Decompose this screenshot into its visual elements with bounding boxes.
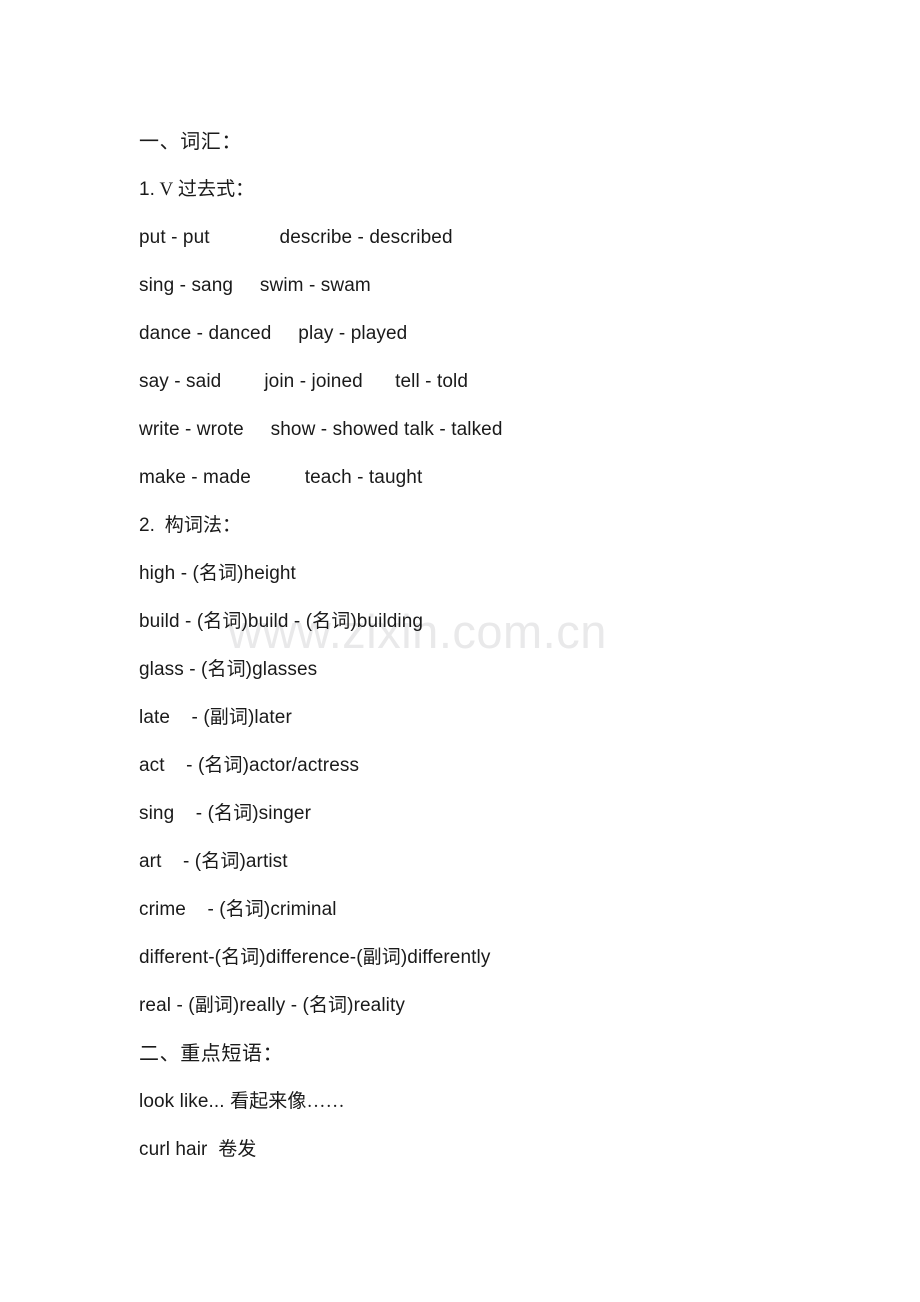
entry-pos: 名词 xyxy=(201,851,240,872)
word-formation-entry: art - (名词)artist xyxy=(139,838,920,886)
phrase-chinese: 看起来像…… xyxy=(230,1091,345,1112)
entry-base: high - ( xyxy=(139,563,199,584)
document-page: www.zixin.com.cn 一、词汇： 1. V 过去式： put - p… xyxy=(0,0,920,1302)
section-heading-key-phrases: 二、重点短语： xyxy=(139,1043,284,1065)
entry-pos: 名词 xyxy=(204,755,243,776)
entry-pos: 名词 xyxy=(207,659,246,680)
word-formation-entry: act - (名词)actor/actress xyxy=(139,742,920,790)
entry-result: )build - ( xyxy=(241,611,313,632)
entry-result: )later xyxy=(248,707,292,728)
entry-base: crime - ( xyxy=(139,899,226,920)
verb-line: put - put describe - described xyxy=(139,227,453,248)
entry-base: different-( xyxy=(139,947,222,968)
verb-line: make - made teach - taught xyxy=(139,467,423,488)
entry-result-secondary: )reality xyxy=(347,995,405,1016)
verb-line: say - said join - joined tell - told xyxy=(139,371,468,392)
word-formation-entry: glass - (名词)glasses xyxy=(139,646,920,694)
entry-result: )really - ( xyxy=(232,995,309,1016)
entry-result: )difference-( xyxy=(259,947,363,968)
entry-result: )height xyxy=(237,563,296,584)
subsection-heading-past-tense: 1. V 过去式： xyxy=(139,166,920,214)
phrase-chinese: 卷发 xyxy=(218,1139,257,1160)
entry-pos: 名词 xyxy=(214,803,253,824)
entry-result-secondary: )building xyxy=(350,611,424,632)
word-formation-entry: high - (名词)height xyxy=(139,550,920,598)
word-formation-entry: crime - (名词)criminal xyxy=(139,886,920,934)
phrase-entry: curl hair 卷发 xyxy=(139,1126,920,1174)
subsection-number: 1. xyxy=(139,179,156,200)
entry-result-secondary: )differently xyxy=(400,947,491,968)
phrase-english: look like... xyxy=(139,1091,231,1112)
entry-pos-secondary: 名词 xyxy=(308,995,348,1016)
phrase-english: curl hair xyxy=(139,1139,219,1160)
entry-base: act - ( xyxy=(139,755,205,776)
entry-base: real - ( xyxy=(139,995,195,1016)
entry-pos-secondary: 副词 xyxy=(362,947,401,968)
entry-base: build - ( xyxy=(139,611,204,632)
entry-base: glass - ( xyxy=(139,659,208,680)
entry-pos: 名词 xyxy=(198,563,238,584)
entry-result: )singer xyxy=(252,803,311,824)
subsection-title: 构词法： xyxy=(155,515,242,536)
entry-base: art - ( xyxy=(139,851,202,872)
word-formation-entry: build - (名词)build - (名词)building xyxy=(139,598,920,646)
word-formation-entry: different-(名词)difference-(副词)differently xyxy=(139,934,920,982)
word-formation-entry: late - (副词)later xyxy=(139,694,920,742)
entry-result: )criminal xyxy=(263,899,337,920)
entry-pos: 名词 xyxy=(225,899,264,920)
subsection-heading-word-formation: 2. 构词法： xyxy=(139,502,920,550)
entry-pos: 副词 xyxy=(194,995,233,1016)
entry-result: )glasses xyxy=(245,659,318,680)
entry-pos-secondary: 名词 xyxy=(312,611,351,632)
subsection-title: V 过去式： xyxy=(155,179,255,200)
word-formation-entry: sing - (名词)singer xyxy=(139,790,920,838)
entry-pos: 名词 xyxy=(203,611,242,632)
entry-pos: 副词 xyxy=(209,707,248,728)
word-formation-entry: real - (副词)really - (名词)reality xyxy=(139,982,920,1030)
entry-result: )actor/actress xyxy=(242,755,360,776)
verb-line: sing - sang swim - swam xyxy=(139,275,371,296)
verb-line: write - wrote show - showed talk - talke… xyxy=(139,419,503,440)
entry-base: late - ( xyxy=(139,707,210,728)
document-content: 一、词汇： 1. V 过去式： put - put describe - des… xyxy=(0,0,920,1174)
subsection-number: 2. xyxy=(139,515,156,536)
entry-pos: 名词 xyxy=(221,947,260,968)
verb-line: dance - danced play - played xyxy=(139,323,408,344)
section-heading-vocabulary: 一、词汇： xyxy=(139,131,242,153)
entry-result: )artist xyxy=(239,851,288,872)
phrase-entry: look like... 看起来像…… xyxy=(139,1078,920,1126)
entry-base: sing - ( xyxy=(139,803,215,824)
